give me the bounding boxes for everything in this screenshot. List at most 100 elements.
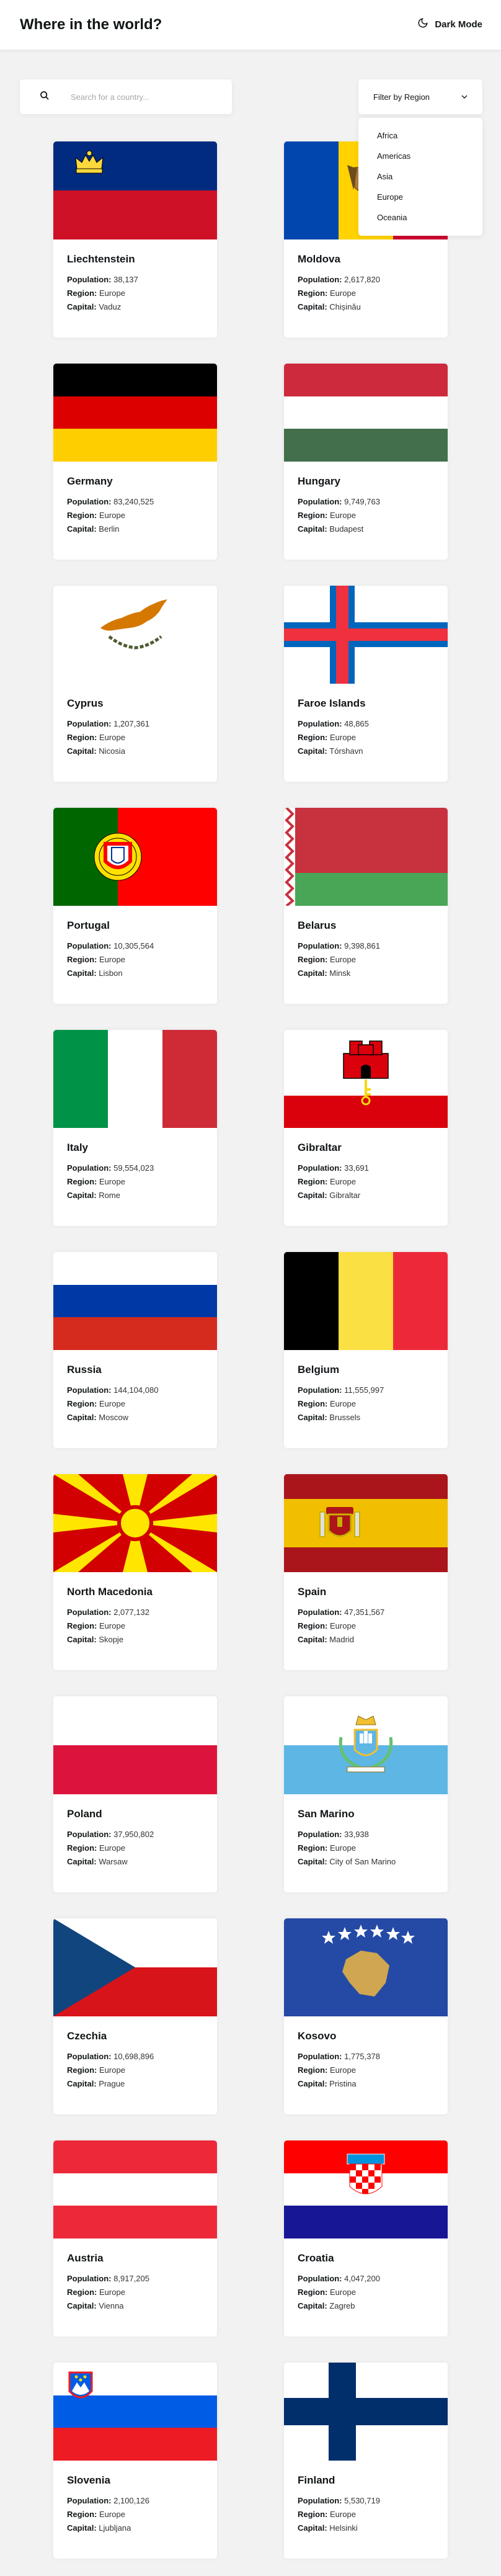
- population-value: 2,100,126: [113, 2496, 149, 2505]
- country-capital-line: Capital: Pristina: [298, 2077, 434, 2091]
- region-label: Region:: [67, 1621, 97, 1630]
- capital-label: Capital:: [67, 524, 97, 534]
- region-label: Region:: [67, 511, 97, 520]
- cyprus-flag: [53, 586, 217, 684]
- region-option-africa[interactable]: Africa: [358, 125, 482, 146]
- population-value: 11,555,997: [344, 1385, 384, 1395]
- country-region-line: Region: Europe: [67, 2064, 203, 2077]
- country-region-line: Region: Europe: [298, 509, 434, 522]
- country-region-line: Region: Europe: [67, 731, 203, 745]
- dark-mode-toggle[interactable]: Dark Mode: [417, 17, 482, 31]
- population-value: 9,398,861: [344, 941, 380, 950]
- country-card-croatia[interactable]: Croatia Population: 4,047,200 Region: Euro…: [284, 2140, 448, 2337]
- country-capital-line: Capital: Berlin: [67, 522, 203, 536]
- region-value: Europe: [99, 1399, 125, 1408]
- region-value: Europe: [330, 288, 356, 298]
- country-population-line: Population: 11,555,997: [298, 1384, 434, 1397]
- country-card-hungary[interactable]: Hungary Population: 9,749,763 Region: Euro…: [284, 364, 448, 560]
- country-card-finland[interactable]: Finland Population: 5,530,719 Region: Euro…: [284, 2363, 448, 2559]
- country-card-san-marino[interactable]: San Marino Population: 33,938 Region: Euro…: [284, 1696, 448, 1892]
- population-label: Population:: [67, 1830, 112, 1839]
- population-value: 33,938: [344, 1830, 369, 1839]
- population-value: 38,137: [113, 275, 138, 284]
- capital-value: Lisbon: [99, 968, 123, 978]
- country-capital-line: Capital: Vienna: [67, 2299, 203, 2313]
- germany-flag: [53, 364, 217, 462]
- country-card-liechtenstein[interactable]: Liechtenstein Population: 38,137 Region: E…: [53, 141, 217, 338]
- country-region-line: Region: Europe: [298, 2286, 434, 2299]
- belgium-flag: [284, 1252, 448, 1350]
- country-name: Cyprus: [67, 697, 104, 709]
- country-region-line: Region: Europe: [67, 1619, 203, 1633]
- population-value: 144,104,080: [113, 1385, 159, 1395]
- country-capital-line: Capital: Moscow: [67, 1411, 203, 1424]
- country-card-russia[interactable]: Russia Population: 144,104,080 Region: Eur…: [53, 1252, 217, 1448]
- capital-label: Capital:: [298, 1635, 327, 1644]
- region-value: Europe: [330, 1177, 356, 1186]
- population-value: 48,865: [344, 719, 369, 728]
- country-card-austria[interactable]: Austria Population: 8,917,205 Region: Euro…: [53, 2140, 217, 2337]
- population-label: Population:: [67, 1385, 112, 1395]
- country-name: Russia: [67, 1364, 102, 1375]
- population-label: Population:: [67, 2274, 112, 2283]
- country-card-portugal[interactable]: Portugal Population: 10,305,564 Region: Eu…: [53, 808, 217, 1004]
- country-capital-line: Capital: Minsk: [298, 967, 434, 980]
- country-card-kosovo[interactable]: Kosovo Population: 1,775,378 Region: Europ…: [284, 1918, 448, 2114]
- population-label: Population:: [298, 1608, 342, 1617]
- region-filter-select[interactable]: Filter by Region: [358, 79, 482, 114]
- country-card-north-macedonia[interactable]: North Macedonia Population: 2,077,132 Regi…: [53, 1474, 217, 1670]
- country-population-line: Population: 9,749,763: [298, 495, 434, 509]
- population-label: Population:: [298, 2496, 342, 2505]
- search-input[interactable]: [71, 92, 219, 102]
- austria-flag: [53, 2140, 217, 2238]
- region-option-asia[interactable]: Asia: [358, 166, 482, 187]
- capital-label: Capital:: [67, 2523, 97, 2533]
- belarus-flag: [284, 808, 448, 906]
- population-label: Population:: [67, 1163, 112, 1173]
- region-option-oceania[interactable]: Oceania: [358, 207, 482, 228]
- country-name: Germany: [67, 475, 113, 487]
- capital-label: Capital:: [298, 2301, 327, 2310]
- region-value: Europe: [99, 2510, 125, 2519]
- capital-label: Capital:: [298, 1857, 327, 1866]
- country-card-gibraltar[interactable]: Gibraltar Population: 33,691 Region: Europ…: [284, 1030, 448, 1226]
- region-label: Region:: [67, 733, 97, 742]
- region-option-americas[interactable]: Americas: [358, 146, 482, 166]
- region-option-europe[interactable]: Europe: [358, 187, 482, 207]
- finland-flag: [284, 2363, 448, 2461]
- capital-value: Minsk: [329, 968, 351, 978]
- country-details: Cyprus Population: 1,207,361 Region: Europ…: [53, 684, 217, 758]
- capital-label: Capital:: [67, 1857, 97, 1866]
- capital-label: Capital:: [298, 1191, 327, 1200]
- region-label: Region:: [298, 2288, 328, 2297]
- kosovo-flag: [284, 1918, 448, 2016]
- population-value: 37,950,802: [113, 1830, 154, 1839]
- capital-label: Capital:: [298, 2523, 327, 2533]
- capital-label: Capital:: [298, 524, 327, 534]
- capital-value: Gibraltar: [329, 1191, 361, 1200]
- capital-value: Brussels: [329, 1413, 361, 1422]
- country-card-belgium[interactable]: Belgium Population: 11,555,997 Region: Eur…: [284, 1252, 448, 1448]
- country-name: Spain: [298, 1586, 327, 1598]
- capital-label: Capital:: [67, 2301, 97, 2310]
- population-value: 59,554,023: [113, 1163, 154, 1173]
- search-box[interactable]: [20, 79, 232, 114]
- country-card-faroe-islands[interactable]: Faroe Islands Population: 48,865 Region: E…: [284, 586, 448, 782]
- country-name: Belgium: [298, 1364, 340, 1375]
- country-region-line: Region: Europe: [298, 287, 434, 300]
- country-card-belarus[interactable]: Belarus Population: 9,398,861 Region: Euro…: [284, 808, 448, 1004]
- country-card-slovenia[interactable]: Slovenia Population: 2,100,126 Region: Eur…: [53, 2363, 217, 2559]
- country-card-czechia[interactable]: Czechia Population: 10,698,896 Region: Eur…: [53, 1918, 217, 2114]
- region-value: Europe: [99, 2065, 125, 2075]
- country-card-cyprus[interactable]: Cyprus Population: 1,207,361 Region: Europ…: [53, 586, 217, 782]
- country-card-italy[interactable]: Italy Population: 59,554,023 Region: Europ…: [53, 1030, 217, 1226]
- region-value: Europe: [99, 733, 125, 742]
- country-capital-line: Capital: City of San Marino: [298, 1855, 434, 1869]
- country-details: Belgium Population: 11,555,997 Region: Eur…: [284, 1350, 448, 1424]
- region-value: Europe: [330, 1399, 356, 1408]
- population-value: 10,305,564: [113, 941, 154, 950]
- country-card-spain[interactable]: Spain Population: 47,351,567 Region: Europ…: [284, 1474, 448, 1670]
- country-region-line: Region: Europe: [67, 2286, 203, 2299]
- country-card-germany[interactable]: Germany Population: 83,240,525 Region: Eur…: [53, 364, 217, 560]
- country-card-poland[interactable]: Poland Population: 37,950,802 Region: Euro…: [53, 1696, 217, 1892]
